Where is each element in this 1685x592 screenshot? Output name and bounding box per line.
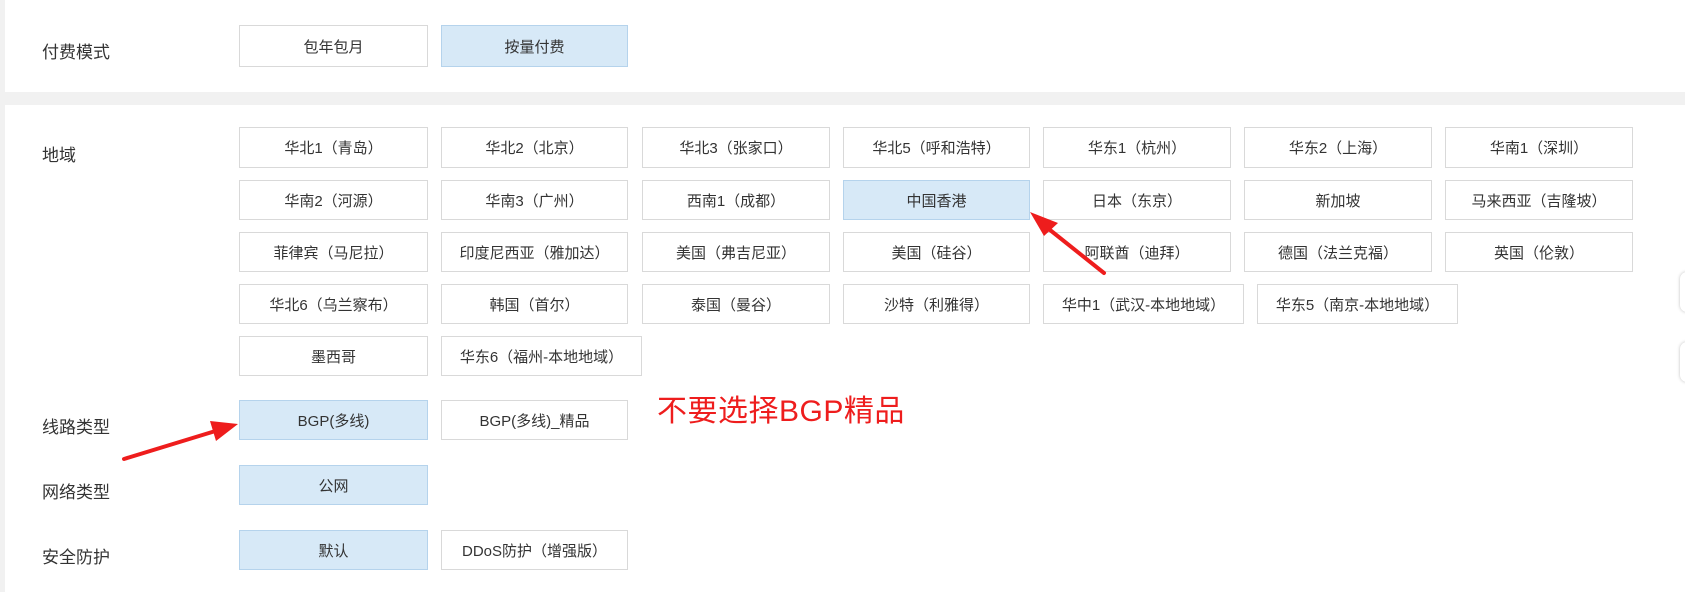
line-option-bgp-premium[interactable]: BGP(多线)_精品: [441, 400, 628, 440]
region-option[interactable]: 印度尼西亚（雅加达）: [441, 232, 628, 272]
security-label: 安全防护: [42, 548, 110, 567]
region-option[interactable]: 马来西亚（吉隆坡）: [1445, 180, 1633, 220]
region-option[interactable]: 新加坡: [1244, 180, 1432, 220]
region-option[interactable]: 华南1（深圳）: [1445, 127, 1633, 168]
line-option-bgp[interactable]: BGP(多线): [239, 400, 428, 440]
region-label: 地域: [42, 146, 76, 165]
region-option[interactable]: 华东6（福州-本地地域）: [441, 336, 642, 376]
network-option-public[interactable]: 公网: [239, 465, 428, 505]
line-type-label: 线路类型: [42, 418, 110, 437]
region-option[interactable]: 日本（东京）: [1043, 180, 1231, 220]
region-option[interactable]: 华东2（上海）: [1244, 127, 1432, 168]
security-option-ddos-enhanced[interactable]: DDoS防护（增强版）: [441, 530, 628, 570]
region-option[interactable]: 华北3（张家口）: [642, 127, 830, 168]
region-option[interactable]: 沙特（利雅得）: [843, 284, 1030, 324]
region-option[interactable]: 华北5（呼和浩特）: [843, 127, 1030, 168]
region-option[interactable]: 华东1（杭州）: [1043, 127, 1231, 168]
region-option[interactable]: 韩国（首尔）: [441, 284, 628, 324]
region-option[interactable]: 泰国（曼谷）: [642, 284, 830, 324]
billing-mode-label: 付费模式: [42, 43, 110, 62]
billing-option-subscription[interactable]: 包年包月: [239, 25, 428, 67]
network-type-label: 网络类型: [42, 483, 110, 502]
region-option[interactable]: 华中1（武汉-本地地域）: [1043, 284, 1244, 324]
region-option[interactable]: 德国（法兰克福）: [1244, 232, 1432, 272]
region-option[interactable]: 美国（硅谷）: [843, 232, 1030, 272]
billing-option-pay-as-you-go[interactable]: 按量付费: [441, 25, 628, 67]
region-option[interactable]: 华南2（河源）: [239, 180, 428, 220]
annotation-note: 不要选择BGP精品: [657, 395, 905, 428]
scroll-handle-decoration: [1680, 342, 1685, 382]
region-option[interactable]: 华北6（乌兰察布）: [239, 284, 428, 324]
region-option[interactable]: 华南3（广州）: [441, 180, 628, 220]
region-option[interactable]: 阿联酋（迪拜）: [1043, 232, 1231, 272]
scroll-handle-decoration: [1680, 272, 1685, 312]
region-option[interactable]: 英国（伦敦）: [1445, 232, 1633, 272]
region-option[interactable]: 华东5（南京-本地地域）: [1257, 284, 1458, 324]
region-option[interactable]: 华北2（北京）: [441, 127, 628, 168]
security-option-default[interactable]: 默认: [239, 530, 428, 570]
region-option-selected[interactable]: 中国香港: [843, 180, 1030, 220]
region-option[interactable]: 菲律宾（马尼拉）: [239, 232, 428, 272]
region-option[interactable]: 西南1（成都）: [642, 180, 830, 220]
region-option[interactable]: 墨西哥: [239, 336, 428, 376]
region-option[interactable]: 美国（弗吉尼亚）: [642, 232, 830, 272]
region-option[interactable]: 华北1（青岛）: [239, 127, 428, 168]
